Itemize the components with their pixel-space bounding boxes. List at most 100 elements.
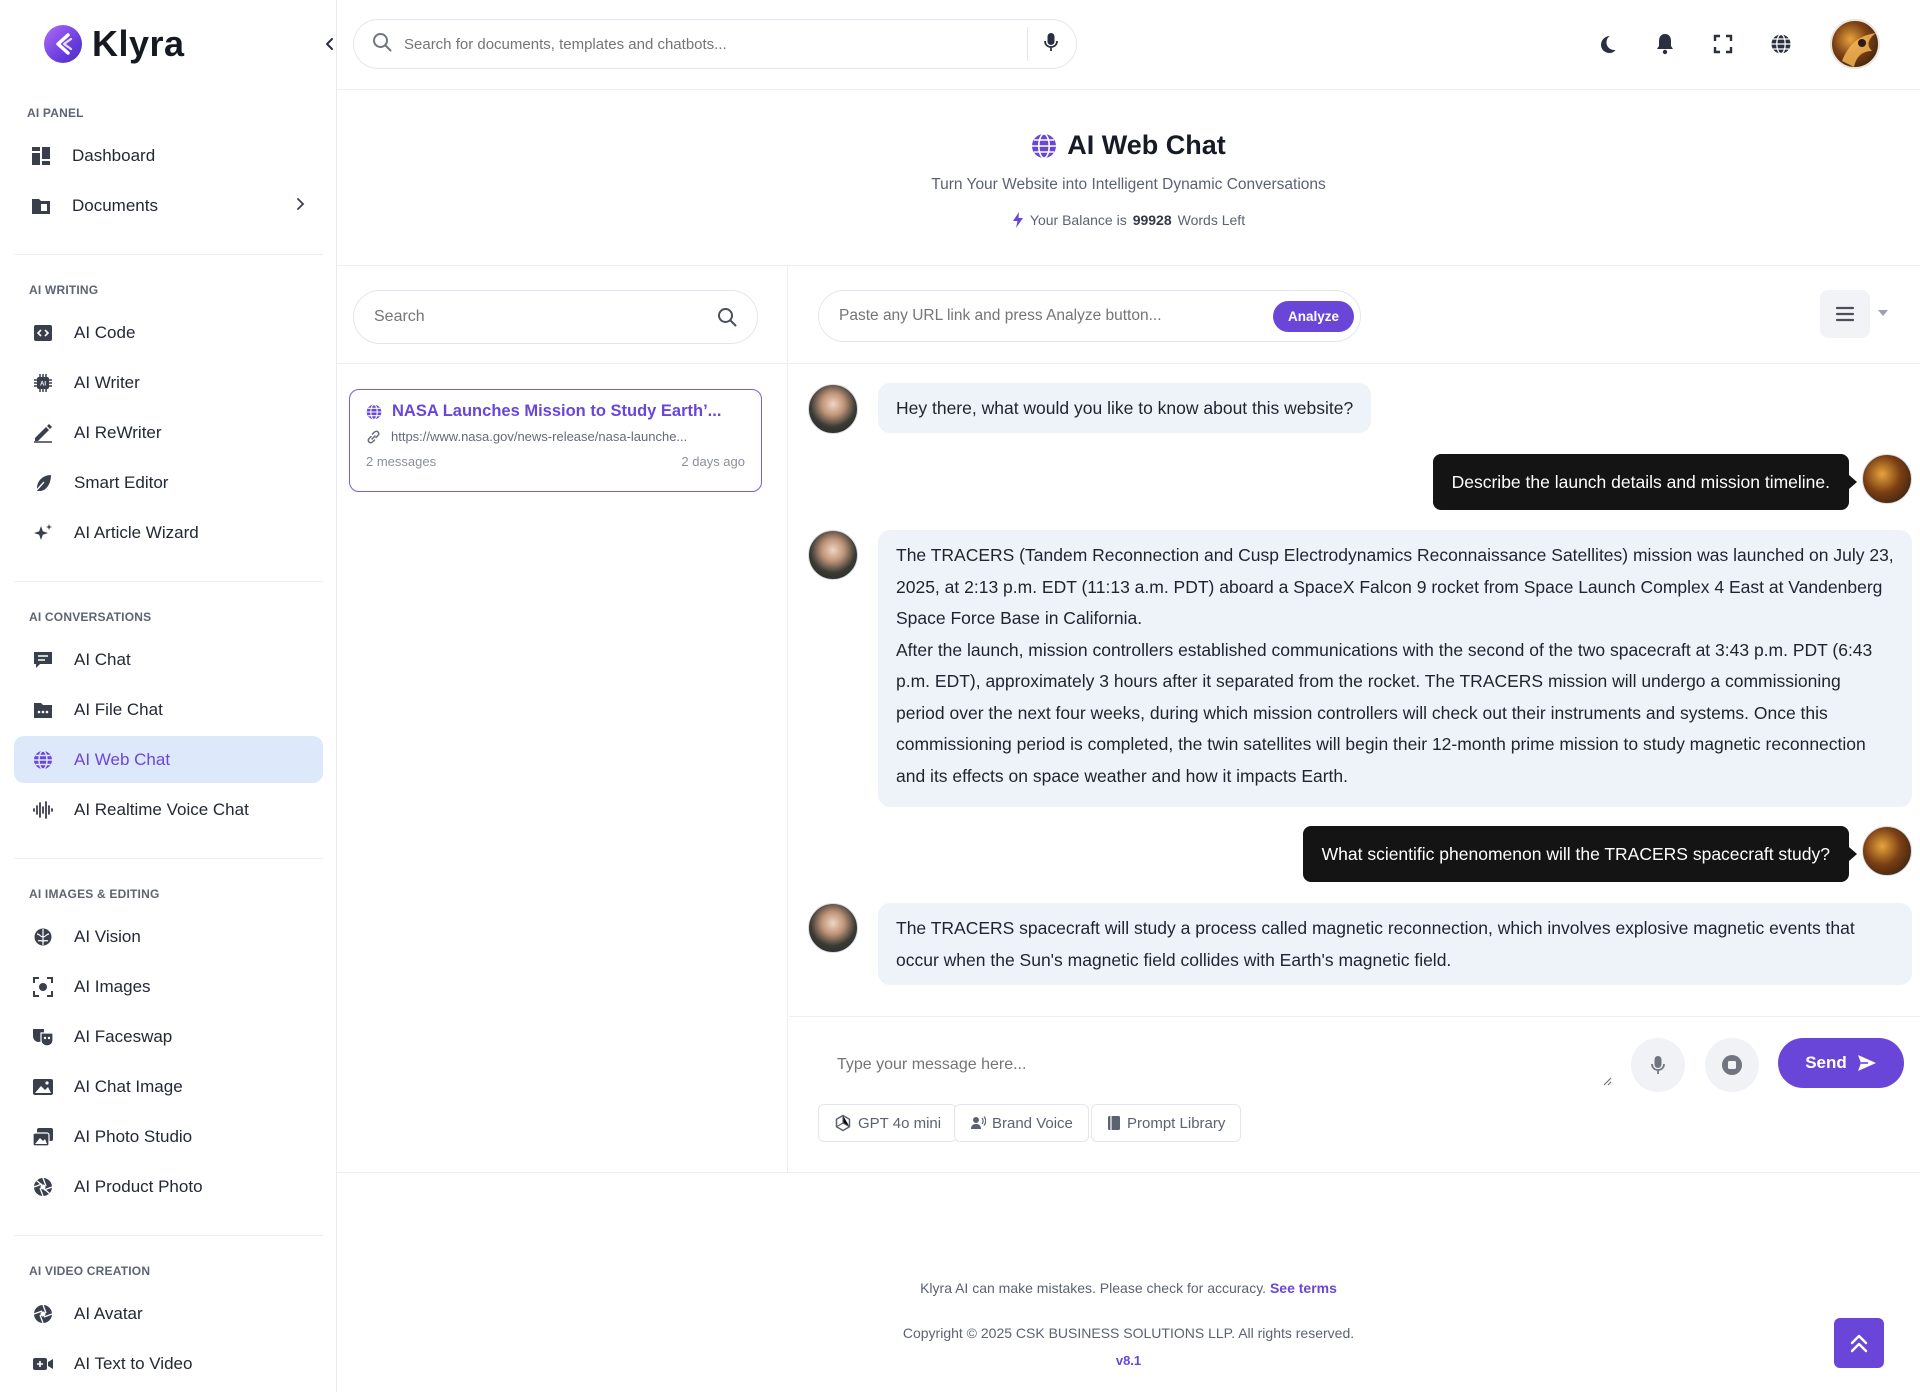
sidebar-item-ai-chat[interactable]: AI Chat [14,636,323,683]
sidebar-item-ai-product-photo[interactable]: AI Product Photo [14,1163,323,1210]
sidebar-item-ai-photo-studio[interactable]: AI Photo Studio [14,1113,323,1160]
brand-logo[interactable]: Klyra [44,20,185,68]
sidebar-item-ai-realtime-voice-chat[interactable]: AI Realtime Voice Chat [14,786,323,833]
chat-menu-button[interactable] [1820,290,1870,338]
sidebar-item-ai-vision[interactable]: AI Vision [14,913,323,960]
feather-icon [32,472,54,494]
sparkles-icon [32,522,54,544]
sidebar-item-label: AI Text to Video [74,1353,193,1373]
bot-message-paragraph: After the launch, mission controllers es… [896,639,1873,786]
section-title: AI WRITING [29,283,99,297]
waveform-icon [32,799,54,821]
top-bar-actions [1578,18,1880,70]
conversation-search[interactable] [353,290,758,344]
sidebar-item-label: AI Images [74,976,151,996]
conversation-search-input[interactable] [374,308,717,326]
globe-icon [32,749,54,771]
global-search[interactable] [353,19,1077,69]
voice-input-button[interactable] [1631,1038,1685,1092]
sidebar-item-ai-faceswap[interactable]: AI Faceswap [14,1013,323,1060]
sidebar-item-ai-chat-image[interactable]: AI Chat Image [14,1063,323,1110]
book-icon [1108,1116,1120,1130]
sidebar-item-label: AI Realtime Voice Chat [74,799,249,819]
sidebar-item-label: AI Faceswap [74,1026,173,1046]
footer-disclaimer: Klyra AI can make mistakes. Please check… [920,1280,1267,1296]
photos-icon [32,1126,54,1148]
sidebar-item-documents[interactable]: Documents [12,182,325,229]
lightning-icon [1012,212,1023,228]
chat-icon [32,649,54,671]
scan-icon [32,976,54,998]
search-input[interactable] [404,35,1017,53]
url-input[interactable] [839,307,1273,325]
sidebar-item-label: AI ReWriter [74,422,162,442]
sidebar-item-label: AI Product Photo [74,1176,203,1196]
sidebar-item-label: AI Article Wizard [74,522,199,542]
url-analyzer: Analyze [818,290,1361,342]
stop-icon [1722,1055,1742,1075]
stop-button[interactable] [1705,1038,1759,1092]
sidebar-item-label: Smart Editor [74,472,169,492]
microphone-icon[interactable] [1044,32,1058,57]
sidebar-item-dashboard[interactable]: Dashboard [12,132,325,179]
image-icon [32,1076,54,1098]
message-input[interactable] [837,1045,1627,1085]
bot-avatar [808,903,858,953]
dark-mode-toggle[interactable] [1578,18,1636,70]
bot-message-paragraph: The TRACERS (Tandem Reconnection and Cus… [896,545,1894,628]
prompt-library-label: Prompt Library [1127,1114,1226,1132]
send-button[interactable]: Send [1778,1038,1904,1088]
language-button[interactable] [1752,18,1810,70]
sidebar-item-ai-article-wizard[interactable]: AI Article Wizard [14,509,323,556]
page-header: AI Web Chat Turn Your Website into Intel… [337,90,1920,266]
sidebar-item-label: AI Writer [74,372,140,392]
sidebar-collapse-button[interactable] [318,32,336,56]
brand-name: Klyra [92,23,185,64]
nav-section-ai-images: AI IMAGES & EDITING AI Vision AI Images … [14,858,323,1235]
conversation-title-row: NASA Launches Mission to Study Earth’... [366,402,745,421]
sidebar-item-ai-writer[interactable]: AI AI Writer [14,359,323,406]
masks-icon [32,1026,54,1048]
prompt-library-button[interactable]: Prompt Library [1091,1104,1242,1142]
divider [337,363,788,364]
conversation-url-row: https://www.nasa.gov/news-release/nasa-l… [366,429,745,444]
sidebar-item-ai-web-chat[interactable]: AI Web Chat [14,736,323,783]
sidebar-item-ai-text-to-video[interactable]: AI Text to Video [14,1340,323,1387]
sidebar-item-smart-editor[interactable]: Smart Editor [14,459,323,506]
nav-section-ai-panel: AI PANEL Dashboard Documents [0,96,336,254]
model-selector[interactable]: GPT 4o mini [818,1104,958,1142]
divider [789,1016,1920,1017]
sidebar-item-ai-file-chat[interactable]: AI File Chat [14,686,323,733]
scroll-to-top-button[interactable] [1834,1318,1884,1368]
search-icon[interactable] [717,307,737,327]
sidebar-item-ai-images[interactable]: AI Images [14,963,323,1010]
resize-grip-icon[interactable] [1602,1076,1612,1086]
sidebar-item-label: AI Chat Image [74,1076,183,1096]
fullscreen-button[interactable] [1694,18,1752,70]
user-avatar [1862,826,1912,876]
divider [789,363,1920,364]
terms-link[interactable]: See terms [1270,1280,1337,1296]
brand-voice-button[interactable]: Brand Voice [954,1104,1089,1142]
user-message: What scientific phenomenon will the TRAC… [1302,826,1858,882]
analyze-button[interactable]: Analyze [1272,300,1354,332]
conversation-card[interactable]: NASA Launches Mission to Study Earth’...… [349,389,762,492]
page-subtitle: Turn Your Website into Intelligent Dynam… [931,176,1326,193]
pen-icon [32,422,54,444]
send-icon [1857,1055,1876,1071]
klyra-logo-icon [44,25,82,63]
chip-icon: AI [32,372,54,394]
sidebar-item-ai-code[interactable]: AI Code [14,309,323,356]
brain-icon [32,926,54,948]
openai-icon [835,1114,851,1132]
caret-down-icon[interactable] [1878,310,1888,316]
word-balance: Your Balance is 99928 Words Left [337,212,1920,228]
nav-section-ai-writing: AI WRITING AI Code AI AI Writer AI ReWri… [14,254,323,581]
sidebar-nav: AI PANEL Dashboard Documents AI WRITING … [0,96,336,1390]
user-avatar[interactable] [1830,19,1880,69]
sidebar-item-ai-avatar[interactable]: AI Avatar [14,1290,323,1337]
notifications-button[interactable] [1636,18,1694,70]
sidebar-item-ai-rewriter[interactable]: AI ReWriter [14,409,323,456]
message-count: 2 messages [366,454,437,469]
link-icon [367,430,380,443]
